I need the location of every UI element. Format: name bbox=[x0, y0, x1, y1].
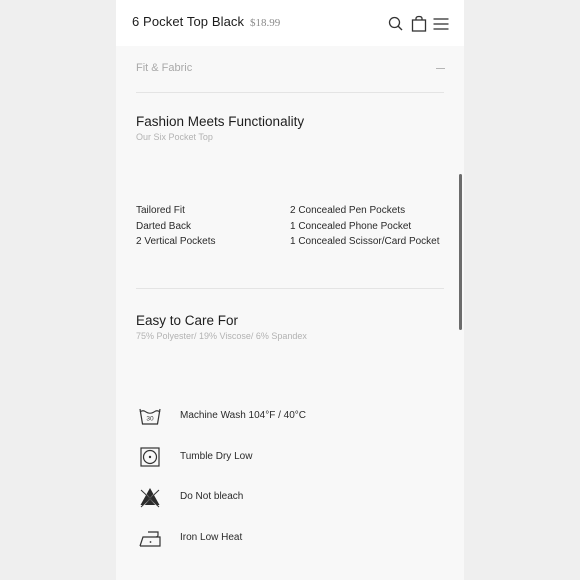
search-icon[interactable] bbox=[387, 15, 405, 33]
fabric-composition: 75% Polyester/ 19% Viscose/ 6% Spandex bbox=[136, 331, 307, 341]
feature-item: 2 Vertical Pockets bbox=[136, 236, 216, 247]
iron-low-icon bbox=[138, 526, 162, 550]
feature-item: 1 Concealed Scissor/Card Pocket bbox=[290, 236, 440, 247]
divider bbox=[136, 288, 444, 289]
bag-icon[interactable] bbox=[410, 15, 428, 33]
features-right-list: 2 Concealed Pen Pockets 1 Concealed Phon… bbox=[290, 203, 440, 250]
fit-fabric-accordion-title[interactable]: Fit & Fabric bbox=[136, 62, 192, 74]
care-instruction-label: Do Not bleach bbox=[180, 491, 244, 502]
product-title: 6 Pocket Top Black bbox=[132, 14, 245, 29]
functionality-subtitle: Our Six Pocket Top bbox=[136, 132, 213, 142]
care-instruction-label: Tumble Dry Low bbox=[180, 451, 253, 462]
features-left-list: Tailored Fit Darted Back 2 Vertical Pock… bbox=[136, 203, 215, 250]
functionality-title: Fashion Meets Functionality bbox=[136, 114, 305, 129]
product-panel: 6 Pocket Top Black $18.99 Fit & Fabric F… bbox=[116, 0, 464, 580]
tumble-dry-icon bbox=[138, 445, 162, 469]
product-price: $18.99 bbox=[250, 17, 281, 29]
no-bleach-icon bbox=[138, 485, 162, 509]
feature-item: Tailored Fit bbox=[136, 205, 185, 216]
product-header: 6 Pocket Top Black $18.99 bbox=[116, 0, 464, 46]
care-instruction-label: Machine Wash 104°F / 40°C bbox=[180, 410, 307, 421]
divider bbox=[136, 92, 444, 93]
menu-icon[interactable] bbox=[432, 15, 450, 33]
feature-item: 1 Concealed Phone Pocket bbox=[290, 220, 412, 232]
care-instruction-label: Iron Low Heat bbox=[180, 532, 243, 543]
wash-30-icon: 30 bbox=[138, 404, 162, 428]
svg-text:30: 30 bbox=[146, 416, 154, 423]
feature-item: Darted Back bbox=[136, 220, 192, 232]
feature-item: 2 Concealed Pen Pockets bbox=[290, 205, 406, 216]
scrollbar-thumb[interactable] bbox=[459, 174, 462, 330]
care-title: Easy to Care For bbox=[136, 313, 239, 328]
minus-icon[interactable] bbox=[436, 68, 445, 69]
